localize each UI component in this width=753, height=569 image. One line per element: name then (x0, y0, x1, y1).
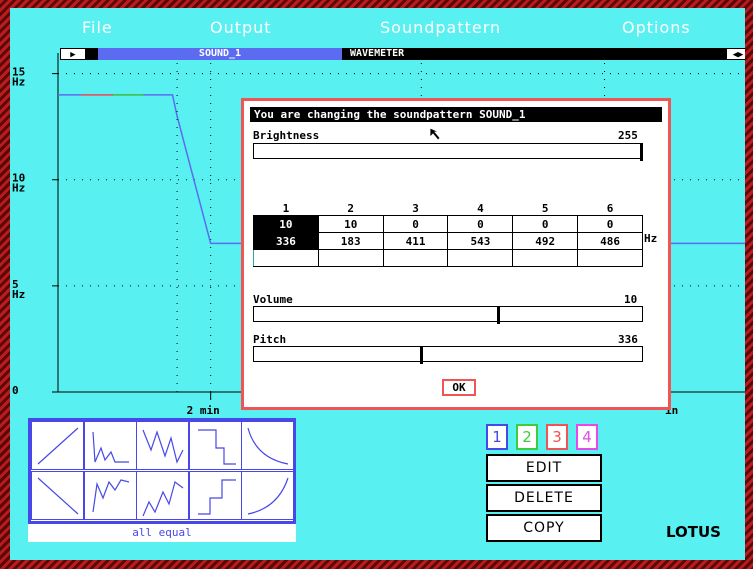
pattern-cell[interactable] (31, 471, 84, 520)
view-name-label: WAVEMETER (350, 48, 405, 59)
mouse-pointer-icon (429, 127, 441, 141)
channel-tab-2[interactable]: 2 (516, 424, 538, 450)
tone-header: 5 (541, 202, 549, 215)
volume-value: 10 (624, 293, 638, 306)
tone-header: 4 (477, 202, 484, 215)
ok-button[interactable]: OK (442, 379, 476, 396)
y-tick-unit: Hz (12, 288, 25, 301)
pattern-cell[interactable] (136, 471, 189, 520)
tone-spare-cell[interactable] (577, 249, 643, 267)
volume-slider-thumb[interactable] (497, 306, 500, 324)
tone-header: 1 (282, 202, 290, 215)
tone-spare-cell[interactable] (512, 249, 579, 267)
tone-level-cell[interactable]: 0 (577, 215, 643, 233)
brand-label: LOTUS (666, 523, 721, 541)
pattern-cell[interactable] (31, 421, 84, 470)
pattern-palette: all equal (28, 418, 296, 542)
step-down-icon (197, 429, 236, 465)
tone-level-cell[interactable]: 10 (317, 215, 384, 233)
ramp-down-icon (37, 477, 79, 515)
ramp-up-icon (37, 427, 79, 465)
tone-level-cell[interactable]: 0 (447, 215, 514, 233)
exp-decay-icon (247, 427, 289, 465)
y-tick-unit: Hz (12, 182, 25, 195)
step-up-icon (197, 479, 236, 515)
pattern-cell[interactable] (241, 421, 294, 470)
brightness-value: 255 (618, 129, 638, 142)
pattern-cell[interactable] (188, 471, 242, 520)
all-equal-button[interactable]: all equal (28, 526, 296, 540)
tone-freq-cell[interactable]: 336 (253, 232, 319, 250)
tone-level-cell[interactable]: 10 (253, 215, 319, 233)
tone-freq-cell[interactable]: 543 (447, 232, 514, 250)
menu-options[interactable]: Options (622, 18, 691, 37)
strip-scroll-icon[interactable]: ◀▶ (726, 48, 745, 60)
pitch-label: Pitch (253, 333, 287, 346)
zigzag-icon (142, 429, 184, 464)
menu-file[interactable]: File (82, 18, 113, 37)
pattern-cell[interactable] (83, 471, 137, 520)
tone-spare-cell[interactable] (447, 249, 514, 267)
tone-header: 2 (347, 202, 355, 215)
channel-tab-3[interactable]: 3 (546, 424, 568, 450)
soundpattern-dialog: You are changing the soundpattern SOUND_… (241, 98, 671, 410)
strip-play-icon[interactable]: ▶ (60, 48, 86, 60)
y-tick-label: 0 (12, 384, 19, 397)
zigzag-rise-icon (142, 480, 184, 517)
pattern-cell[interactable] (241, 471, 294, 520)
menu-output[interactable]: Output (210, 18, 272, 37)
tone-freq-cell[interactable]: 183 (317, 232, 384, 250)
channel-tab-4[interactable]: 4 (576, 424, 598, 450)
brightness-slider[interactable] (253, 143, 643, 161)
tone-header: 6 (606, 202, 614, 215)
tone-spare-cell[interactable] (382, 249, 449, 267)
tone-table: 1 2 3 4 5 6 10 10 0 0 0 0 336 183 411 54… (253, 202, 643, 267)
brightness-label: Brightness (253, 129, 320, 142)
rise-jagged-icon (91, 479, 129, 513)
delete-button[interactable]: DELETE (486, 484, 602, 512)
decay-jagged-icon (91, 431, 129, 463)
tone-unit-label: Hz (644, 232, 658, 245)
edit-button[interactable]: EDIT (486, 454, 602, 482)
exp-rise-icon (247, 477, 289, 515)
volume-slider[interactable] (253, 306, 643, 324)
tone-level-cell[interactable]: 0 (512, 215, 579, 233)
volume-label: Volume (253, 293, 293, 306)
pitch-slider[interactable] (253, 346, 643, 364)
menu-soundpattern[interactable]: Soundpattern (380, 18, 501, 37)
app-screen: File Output Soundpattern Options 15 Hz 10 H… (10, 8, 745, 560)
brightness-slider-thumb[interactable] (640, 143, 643, 161)
dialog-title: You are changing the soundpattern SOUND_… (250, 107, 662, 122)
tone-freq-cell[interactable]: 492 (512, 232, 579, 250)
copy-button[interactable]: COPY (486, 514, 602, 542)
menu-bar: File Output Soundpattern Options (10, 8, 745, 46)
tone-header: 3 (412, 202, 419, 215)
tone-freq-cell[interactable]: 411 (382, 232, 449, 250)
pattern-cell[interactable] (136, 421, 189, 470)
tone-level-cell[interactable]: 0 (382, 215, 449, 233)
sound-name-tab[interactable]: SOUND_1 (98, 48, 342, 60)
pitch-slider-thumb[interactable] (420, 346, 423, 364)
x-tick-label: 2 min (187, 404, 220, 417)
pattern-cell[interactable] (188, 421, 242, 470)
channel-strip: ▶ SOUND_1 WAVEMETER ◀▶ (60, 48, 745, 60)
pattern-cell[interactable] (83, 421, 137, 470)
tone-freq-cell[interactable]: 486 (577, 232, 643, 250)
y-tick-unit: Hz (12, 76, 25, 89)
tone-spare-cell[interactable] (253, 249, 319, 267)
tone-spare-cell[interactable] (317, 249, 384, 267)
pitch-value: 336 (618, 333, 638, 346)
channel-tab-1[interactable]: 1 (486, 424, 508, 450)
